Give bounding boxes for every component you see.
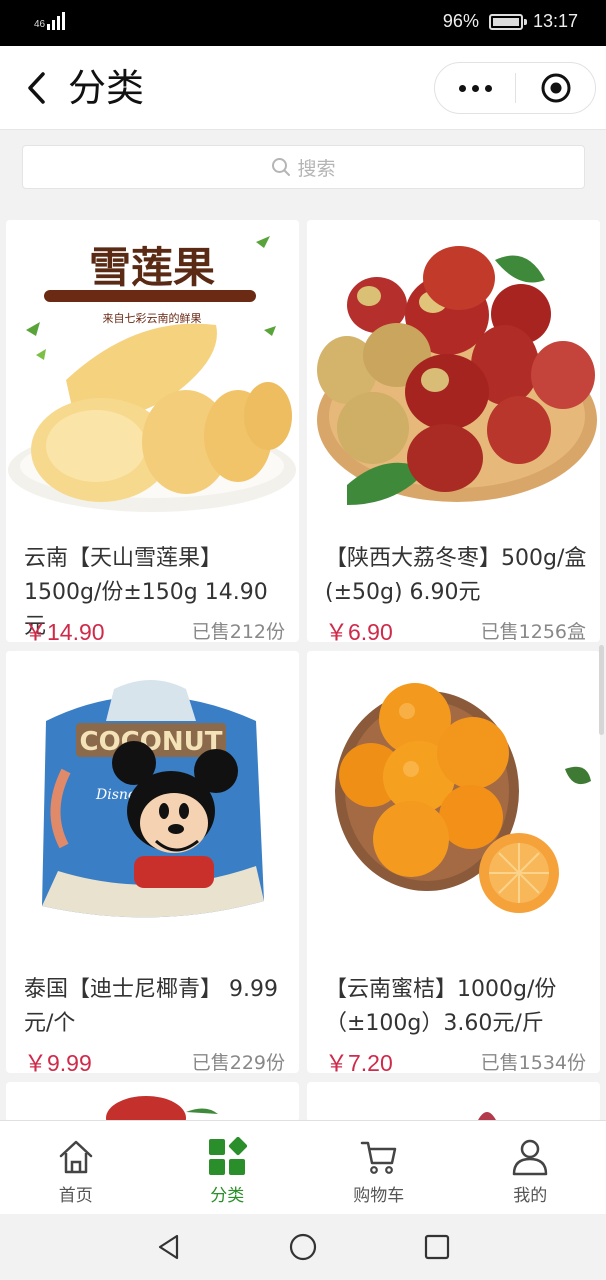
product-price: ￥9.99 bbox=[24, 1050, 92, 1073]
user-icon bbox=[513, 1139, 548, 1176]
snow-lotus-fruit-image: 雪莲果 来自七彩云南的鲜果 bbox=[6, 220, 299, 525]
search-placeholder: 搜索 bbox=[297, 157, 336, 180]
more-button[interactable] bbox=[435, 63, 515, 113]
clock: 13:17 bbox=[532, 11, 578, 31]
product-price: ￥14.90 bbox=[24, 619, 105, 642]
product-sold: 已售1534份 bbox=[480, 1052, 586, 1073]
product-sold: 已售1256盒 bbox=[480, 621, 586, 642]
product-image-partial bbox=[106, 1096, 218, 1120]
square-recents-icon bbox=[424, 1234, 450, 1260]
signal-bars-icon bbox=[47, 12, 66, 30]
product-card-partial[interactable] bbox=[6, 1082, 299, 1120]
signal-indicator: 46 bbox=[34, 12, 66, 30]
search-icon bbox=[272, 158, 291, 176]
tab-bar: 首页 分类 购物车 我的 bbox=[0, 1120, 606, 1214]
tab-category[interactable]: 分类 bbox=[152, 1121, 304, 1214]
page-title: 分类 bbox=[68, 66, 145, 110]
svg-text:来自七彩云南的鲜果: 来自七彩云南的鲜果 bbox=[103, 311, 202, 325]
system-recents-button[interactable] bbox=[420, 1230, 454, 1264]
scrollbar[interactable] bbox=[599, 645, 604, 735]
product-sold: 已售212份 bbox=[191, 621, 285, 642]
close-button[interactable] bbox=[516, 63, 595, 113]
close-target-icon bbox=[541, 73, 570, 103]
winter-jujube-image bbox=[307, 220, 600, 525]
tab-label: 首页 bbox=[58, 1186, 93, 1206]
tab-cart[interactable]: 购物车 bbox=[303, 1121, 455, 1214]
tab-label: 购物车 bbox=[353, 1186, 405, 1206]
category-grid-icon bbox=[209, 1137, 248, 1175]
network-type: 46 bbox=[34, 19, 46, 30]
tab-label: 分类 bbox=[210, 1186, 245, 1206]
back-button[interactable] bbox=[18, 66, 54, 110]
search-section: 搜索 bbox=[0, 130, 606, 208]
cart-icon bbox=[360, 1141, 396, 1174]
product-grid: 雪莲果 来自七彩云南的鲜果 云南【天山雪莲果】1500g/份±150g 14.9… bbox=[0, 208, 606, 1120]
disney-coconut-image: COCONUT Disney bbox=[6, 651, 299, 956]
product-title: 泰国【迪士尼椰青】 9.99元/个 bbox=[24, 977, 278, 1036]
product-price: ￥6.90 bbox=[325, 619, 393, 642]
tab-home[interactable]: 首页 bbox=[0, 1121, 152, 1214]
product-title: 【云南蜜桔】1000g/份（±100g）3.60元/斤 bbox=[325, 977, 557, 1036]
battery-icon bbox=[488, 13, 527, 30]
product-image-partial bbox=[478, 1112, 496, 1120]
circle-home-icon bbox=[289, 1233, 317, 1261]
triangle-back-icon bbox=[158, 1234, 179, 1260]
more-dots-icon bbox=[458, 84, 492, 92]
home-icon bbox=[59, 1140, 92, 1174]
battery-percent: 96% bbox=[442, 11, 479, 31]
product-card-partial[interactable] bbox=[307, 1082, 600, 1120]
system-back-button[interactable] bbox=[152, 1230, 186, 1264]
product-card[interactable]: 【陕西大荔冬枣】500g/盒(±50g) 6.90元 ￥6.90 已售1256盒 bbox=[307, 220, 600, 642]
product-card[interactable]: 雪莲果 来自七彩云南的鲜果 云南【天山雪莲果】1500g/份±150g 14.9… bbox=[6, 220, 299, 642]
svg-text:雪莲果: 雪莲果 bbox=[89, 243, 215, 292]
tab-profile[interactable]: 我的 bbox=[455, 1121, 606, 1214]
mini-program-capsule bbox=[434, 62, 596, 114]
product-card[interactable]: COCONUT Disney 泰国【迪士尼椰青】 9.99元/个 ￥9.99 已… bbox=[6, 651, 299, 1073]
back-chevron-icon bbox=[28, 72, 45, 104]
product-card[interactable]: 【云南蜜桔】1000g/份（±100g）3.60元/斤 ￥7.20 已售1534… bbox=[307, 651, 600, 1073]
mandarin-orange-image bbox=[307, 651, 600, 956]
nav-bar: 分类 bbox=[0, 46, 606, 130]
tab-label: 我的 bbox=[513, 1186, 548, 1206]
product-title: 【陕西大荔冬枣】500g/盒(±50g) 6.90元 bbox=[325, 546, 587, 605]
system-home-button[interactable] bbox=[286, 1230, 320, 1264]
status-bar: 46 96% 13:17 bbox=[0, 0, 606, 46]
product-price: ￥7.20 bbox=[325, 1050, 393, 1073]
product-sold: 已售229份 bbox=[191, 1052, 285, 1073]
system-nav-bar bbox=[0, 1214, 606, 1280]
search-input[interactable]: 搜索 bbox=[22, 145, 585, 189]
